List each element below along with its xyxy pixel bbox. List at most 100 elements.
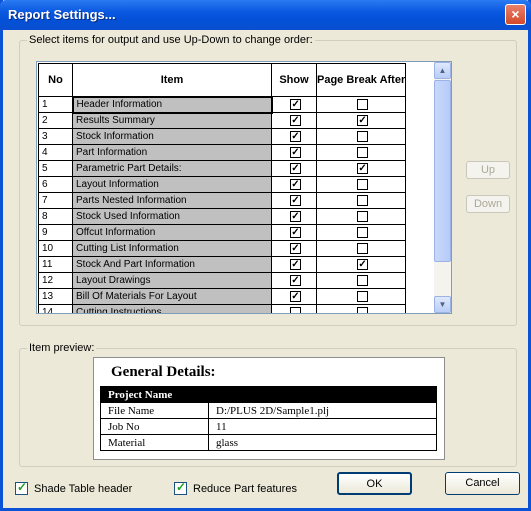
row-number: 9 — [38, 224, 73, 241]
row-item-name[interactable]: Stock And Part Information — [72, 256, 272, 273]
row-page-break-cell — [315, 128, 407, 145]
table-row[interactable]: 2 Results Summary ✓ ✓ — [38, 112, 407, 129]
grid-vertical-scrollbar[interactable]: ▲ ▼ — [434, 62, 451, 313]
report-settings-dialog: Report Settings... × Select items for ou… — [0, 0, 531, 511]
row-page-break-cell — [315, 192, 407, 209]
row-item-name[interactable]: Stock Used Information — [72, 208, 272, 225]
row-item-name[interactable]: Part Information — [72, 144, 272, 161]
row-number: 10 — [38, 240, 73, 257]
table-row[interactable]: 3 Stock Information ✓ — [38, 128, 407, 145]
row-page-break-cell — [315, 272, 407, 289]
preview-label: Material — [100, 434, 209, 451]
page-break-checkbox[interactable]: ✓ — [357, 258, 369, 270]
reduce-part-features-label: Reduce Part features — [193, 482, 297, 495]
up-button[interactable]: Up — [466, 161, 510, 179]
show-checkbox[interactable]: ✓ — [290, 130, 301, 142]
down-button[interactable]: Down — [466, 195, 510, 213]
row-item-name[interactable]: Parametric Part Details: — [72, 160, 272, 177]
show-checkbox[interactable]: ✓ — [290, 210, 301, 222]
up-button-label: Up — [480, 164, 496, 176]
table-row[interactable]: 13 Bill Of Materials For Layout ✓ — [38, 288, 407, 305]
table-row[interactable]: 11 Stock And Part Information ✓ ✓ — [38, 256, 407, 273]
page-break-checkbox[interactable] — [357, 130, 369, 142]
shade-table-header-option[interactable]: Shade Table header — [15, 480, 132, 495]
table-row[interactable]: 8 Stock Used Information ✓ — [38, 208, 407, 225]
preview-table: Project Name File Name D:/PLUS 2D/Sample… — [100, 386, 437, 451]
row-item-name[interactable]: Cutting List Information — [72, 240, 272, 257]
row-show-cell: ✓ — [271, 112, 317, 129]
page-break-checkbox[interactable] — [357, 274, 369, 286]
scroll-up-arrow-icon[interactable]: ▲ — [434, 62, 451, 79]
row-item-name[interactable]: Bill Of Materials For Layout — [72, 288, 272, 305]
page-break-checkbox[interactable] — [357, 306, 369, 313]
show-checkbox[interactable]: ✓ — [290, 290, 301, 302]
table-row[interactable]: 7 Parts Nested Information ✓ — [38, 192, 407, 209]
report-items-grid[interactable]: No Item Show Page Break After 1 Header In… — [36, 61, 452, 314]
row-show-cell: ✓ — [271, 288, 317, 305]
show-checkbox[interactable]: ✓ — [290, 242, 301, 254]
page-break-checkbox[interactable] — [357, 194, 369, 206]
row-item-name[interactable]: Header Information — [71, 95, 273, 114]
table-row[interactable]: 12 Layout Drawings ✓ — [38, 272, 407, 289]
row-item-name[interactable]: Stock Information — [72, 128, 272, 145]
row-item-name[interactable]: Parts Nested Information — [72, 192, 272, 209]
row-number: 4 — [38, 144, 73, 161]
row-item-name[interactable]: Layout Information — [72, 176, 272, 193]
row-page-break-cell: ✓ — [315, 112, 407, 129]
page-break-checkbox[interactable] — [357, 226, 369, 238]
show-checkbox[interactable]: ✓ — [290, 162, 301, 174]
table-row[interactable]: 9 Offcut Information ✓ — [38, 224, 407, 241]
close-button[interactable]: × — [505, 4, 526, 25]
row-item-name[interactable]: Cutting Instructions — [72, 304, 272, 313]
row-show-cell: ✓ — [271, 272, 317, 289]
page-break-checkbox[interactable] — [357, 210, 369, 222]
show-checkbox[interactable]: ✓ — [290, 98, 302, 110]
page-break-checkbox[interactable] — [357, 242, 369, 254]
table-row[interactable]: 5 Parametric Part Details: ✓ ✓ — [38, 160, 407, 177]
close-icon: × — [511, 6, 520, 22]
row-item-name[interactable]: Offcut Information — [72, 224, 272, 241]
row-item-name[interactable]: Layout Drawings — [72, 272, 272, 289]
scroll-thumb[interactable] — [434, 80, 451, 262]
page-break-checkbox[interactable] — [357, 98, 369, 110]
show-checkbox[interactable]: ✓ — [290, 178, 301, 190]
row-item-name[interactable]: Results Summary — [72, 112, 272, 129]
table-row[interactable]: 10 Cutting List Information ✓ — [38, 240, 407, 257]
preview-row: Job No 11 — [100, 418, 437, 435]
page-break-checkbox[interactable]: ✓ — [357, 162, 369, 174]
table-row[interactable]: 6 Layout Information ✓ — [38, 176, 407, 193]
row-show-cell: ✓ — [271, 224, 317, 241]
row-show-cell: ✓ — [271, 144, 317, 161]
ok-button[interactable]: OK — [337, 472, 412, 495]
table-row[interactable]: 1 Header Information ✓ — [38, 95, 407, 114]
cancel-button[interactable]: Cancel — [445, 472, 520, 495]
show-checkbox[interactable]: ✓ — [290, 194, 301, 206]
preview-value: D:/PLUS 2D/Sample1.plj — [208, 402, 437, 419]
shade-table-header-checkbox[interactable] — [15, 480, 28, 495]
show-checkbox[interactable]: ✓ — [290, 258, 301, 270]
reduce-part-features-checkbox[interactable] — [174, 480, 187, 495]
row-show-cell — [271, 304, 317, 313]
preview-value: glass — [208, 434, 437, 451]
preview-label: Job No — [100, 418, 209, 435]
table-row[interactable]: 14 Cutting Instructions — [38, 304, 407, 313]
page-break-checkbox[interactable] — [357, 290, 369, 302]
row-show-cell: ✓ — [271, 160, 317, 177]
column-header-no: No — [38, 63, 73, 97]
show-checkbox[interactable]: ✓ — [290, 146, 301, 158]
show-checkbox[interactable]: ✓ — [290, 274, 301, 286]
reduce-part-features-option[interactable]: Reduce Part features — [174, 480, 297, 495]
show-checkbox[interactable]: ✓ — [290, 114, 301, 126]
page-break-checkbox[interactable] — [357, 178, 369, 190]
scroll-down-arrow-icon[interactable]: ▼ — [434, 296, 451, 313]
page-break-checkbox[interactable]: ✓ — [357, 114, 369, 126]
table-row[interactable]: 4 Part Information ✓ — [38, 144, 407, 161]
title-bar[interactable]: Report Settings... × — [0, 0, 531, 30]
row-show-cell: ✓ — [271, 192, 317, 209]
item-preview: General Details: Project Name File Name … — [93, 357, 445, 460]
show-checkbox[interactable]: ✓ — [290, 226, 301, 238]
page-break-checkbox[interactable] — [357, 146, 369, 158]
row-show-cell: ✓ — [271, 96, 317, 113]
row-page-break-cell — [315, 96, 407, 113]
show-checkbox[interactable] — [290, 306, 301, 313]
